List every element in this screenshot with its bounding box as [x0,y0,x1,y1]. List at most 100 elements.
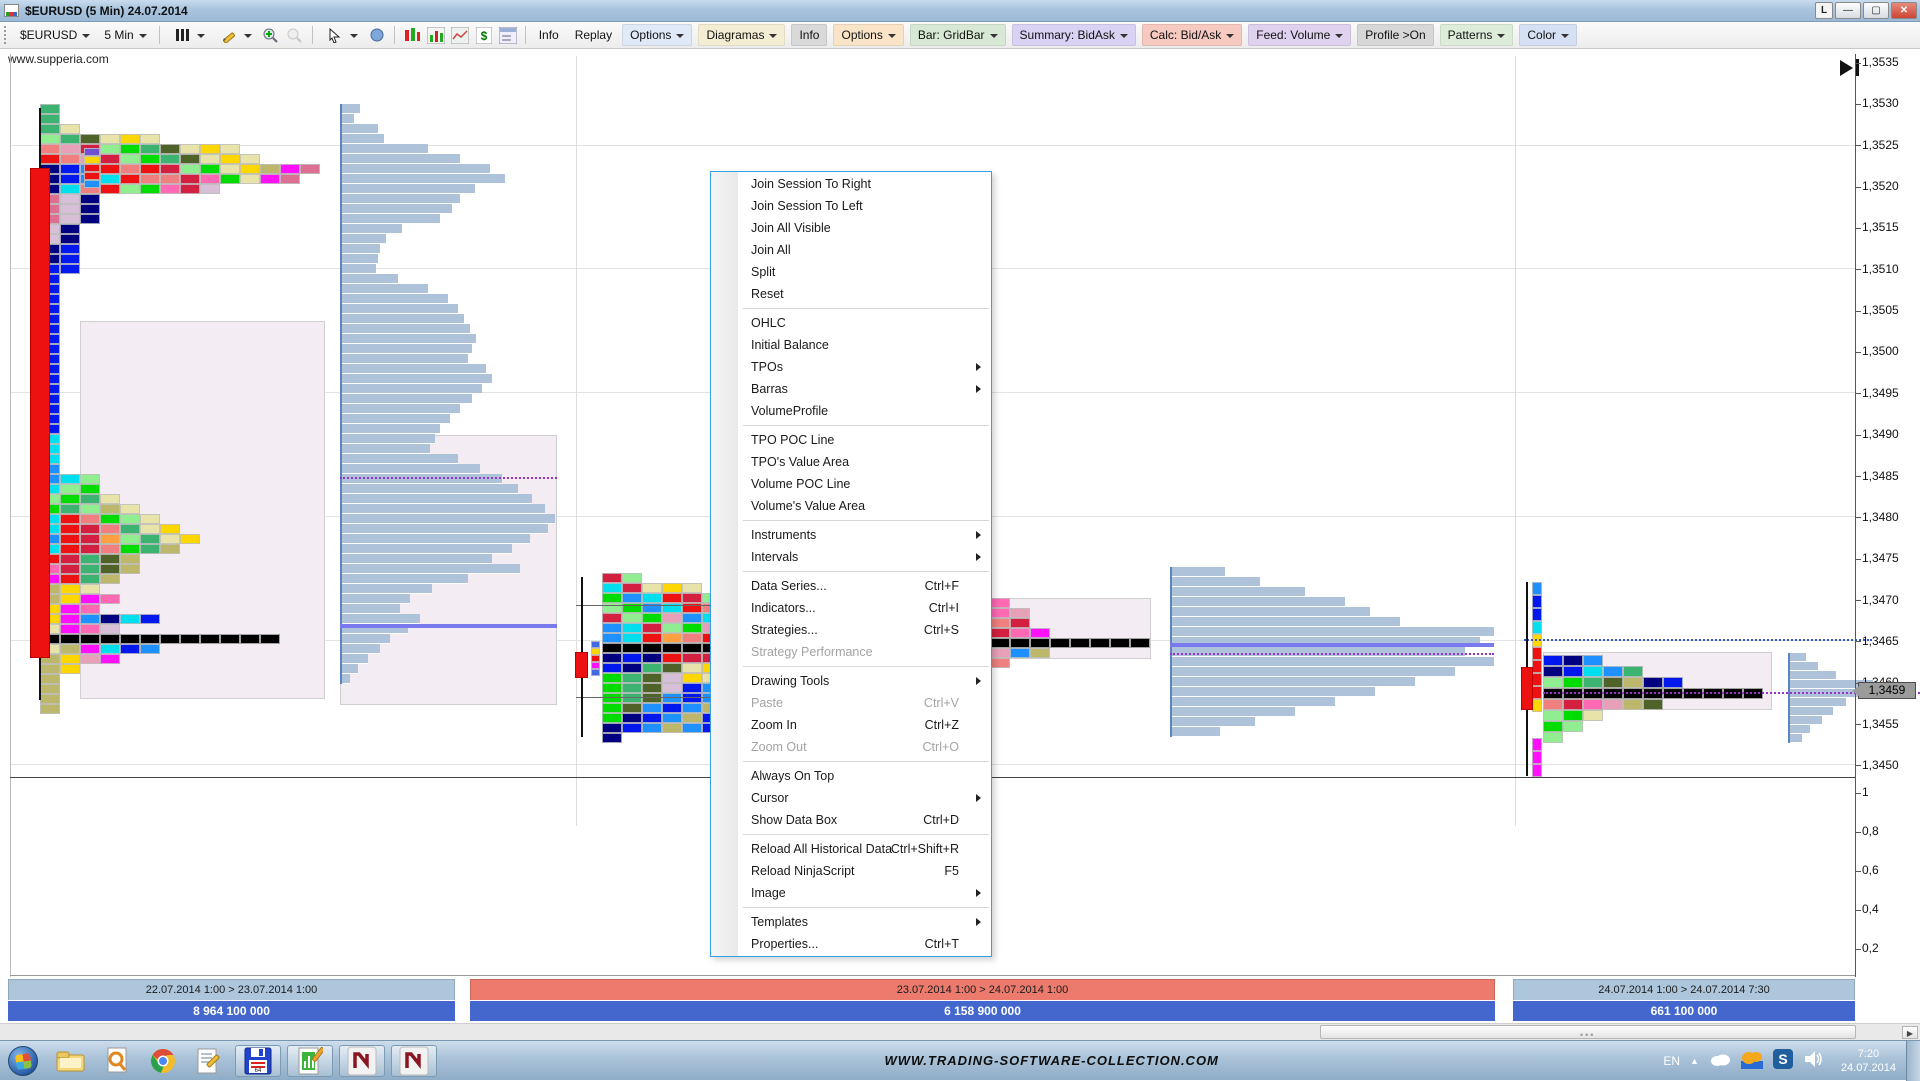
chevron-down-icon [82,34,90,38]
axis-tick [1855,269,1861,270]
zoom-in-icon[interactable] [261,26,281,44]
menu-separator [743,425,989,426]
menu-separator [743,308,989,309]
menu-item-join-all[interactable]: Join All [711,239,991,261]
speaker-icon[interactable] [1803,1050,1823,1071]
show-desktop-button[interactable] [1906,1041,1920,1081]
toolbar-chip-bar-gridbar[interactable]: Bar: GridBar [910,24,1006,46]
search-icon[interactable] [100,1046,134,1076]
toolbar-grip[interactable] [4,26,9,44]
tpo-cell [80,584,100,594]
tpo-row [40,664,80,674]
chrome-icon[interactable] [146,1046,180,1076]
panel-icon[interactable] [498,26,518,44]
lang-button[interactable]: L [1815,2,1833,19]
line-chart-icon[interactable] [450,26,470,44]
info-button[interactable]: Info [533,25,565,45]
toolbar-chip-diagramas[interactable]: Diagramas [698,24,785,46]
menu-item-image[interactable]: Image [711,882,991,904]
zoom-out-icon[interactable] [285,26,305,44]
explorer-icon[interactable] [54,1046,88,1076]
toolbar-chip-info[interactable]: Info [791,24,827,46]
menu-item-barras[interactable]: Barras [711,378,991,400]
menu-item-intervals[interactable]: Intervals [711,546,991,568]
interval-dropdown[interactable]: 5 Min [99,26,151,44]
tpo-cell [1583,699,1603,710]
menu-item-show-data-box[interactable]: Show Data BoxCtrl+D [711,809,991,831]
maximize-button[interactable]: ▢ [1863,2,1889,19]
menu-item-instruments[interactable]: Instruments [711,524,991,546]
candlestick-icon[interactable] [402,26,422,44]
ninjatrader-button[interactable] [339,1045,385,1077]
volume-chart-icon[interactable] [426,26,446,44]
start-button[interactable] [8,1046,38,1076]
dollar-icon[interactable]: $ [474,26,494,44]
menu-item-always-on-top[interactable]: Always On Top [711,765,991,787]
drawing-dropdown[interactable] [214,24,257,46]
gridline [10,145,1855,146]
menu-item-properties-[interactable]: Properties...Ctrl+T [711,933,991,955]
tpo-cell [240,634,260,644]
cursor-dropdown[interactable] [320,24,363,46]
taskbar-clock[interactable]: 7:20 24.07.2014 [1841,1047,1896,1075]
toolbar-chip-options[interactable]: Options [622,24,692,46]
toolbar: $EURUSD 5 Min [0,22,1920,49]
volume-profile-bar [340,644,380,654]
menu-item-tpo-poc-line[interactable]: TPO POC Line [711,429,991,451]
menu-item-tpos[interactable]: TPOs [711,356,991,378]
menu-item-join-session-to-left[interactable]: Join Session To Left [711,195,991,217]
menu-item-join-all-visible[interactable]: Join All Visible [711,217,991,239]
menu-item-drawing-tools[interactable]: Drawing Tools [711,670,991,692]
menu-separator [743,520,989,521]
menu-item-indicators-[interactable]: Indicators...Ctrl+I [711,597,991,619]
horizontal-scrollbar[interactable]: ••• ▶ [0,1023,1920,1040]
session-open-bar [1521,667,1533,710]
tray-expand-icon[interactable]: ▲ [1690,1056,1699,1066]
cloud-icon[interactable] [1709,1052,1731,1069]
marker-icon[interactable] [367,26,387,44]
lower-axis-label: 0,8 [1862,824,1879,838]
menu-item-data-series-[interactable]: Data Series...Ctrl+F [711,575,991,597]
menu-item-join-session-to-right[interactable]: Join Session To Right [711,173,991,195]
menu-item-reload-ninjascript[interactable]: Reload NinjaScriptF5 [711,860,991,882]
toolbar-chip-patterns[interactable]: Patterns [1440,24,1514,46]
skype-icon[interactable]: S [1773,1049,1793,1072]
toolbar-chip-profile-on[interactable]: Profile >On [1357,24,1433,46]
menu-item-reload-all-historical-data[interactable]: Reload All Historical DataCtrl+Shift+R [711,838,991,860]
chart-editor-button[interactable] [287,1045,333,1077]
menu-item-zoom-in[interactable]: Zoom InCtrl+Z [711,714,991,736]
tpo-cell [220,154,240,164]
floppy-app-button[interactable]: 64 [235,1045,281,1077]
menu-item-volume-s-value-area[interactable]: Volume's Value Area [711,495,991,517]
menu-item-volume-poc-line[interactable]: Volume POC Line [711,473,991,495]
keyboard-language-indicator[interactable]: EN [1663,1054,1680,1068]
notepad-icon[interactable] [192,1046,226,1076]
toolbar-chip-calc-bid-ask[interactable]: Calc: Bid/Ask [1142,24,1242,46]
menu-item-split[interactable]: Split [711,261,991,283]
tpo-cell [60,244,80,254]
replay-button[interactable]: Replay [569,25,618,45]
minimize-button[interactable]: — [1835,2,1861,19]
toolbar-chip-options[interactable]: Options [833,24,903,46]
instrument-dropdown[interactable]: $EURUSD [15,26,95,44]
chart-area[interactable]: www.supperia.com 1,35351,35301,35251,352… [0,49,1920,977]
chart-style-dropdown[interactable] [167,24,210,46]
toolbar-chip-summary-bidask[interactable]: Summary: BidAsk [1012,24,1136,46]
menu-item-ohlc[interactable]: OHLC [711,312,991,334]
menu-item-templates[interactable]: Templates [711,911,991,933]
menu-item-cursor[interactable]: Cursor [711,787,991,809]
menu-item-reset[interactable]: Reset [711,283,991,305]
ninjatrader-button-2[interactable] [391,1045,437,1077]
weather-tray-icon[interactable] [1741,1049,1763,1072]
toolbar-chip-color[interactable]: Color [1519,24,1577,46]
toolbar-chip-feed-volume[interactable]: Feed: Volume [1248,24,1351,46]
scrollbar-thumb[interactable]: ••• [1320,1025,1856,1039]
close-button[interactable]: ✕ [1891,2,1917,19]
interval-label: 5 Min [104,28,133,42]
menu-item-strategies-[interactable]: Strategies...Ctrl+S [711,619,991,641]
menu-item-volumeprofile[interactable]: VolumeProfile [711,400,991,422]
scroll-right-arrow[interactable]: ▶ [1902,1026,1918,1039]
menu-item-initial-balance[interactable]: Initial Balance [711,334,991,356]
menu-item-tpo-s-value-area[interactable]: TPO's Value Area [711,451,991,473]
title-bar[interactable]: $EURUSD (5 Min) 24.07.2014 L — ▢ ✕ [0,0,1920,22]
